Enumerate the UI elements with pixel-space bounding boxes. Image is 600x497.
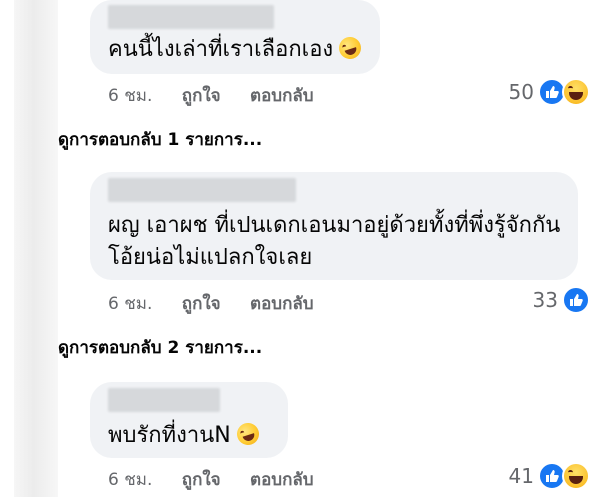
comment-timestamp[interactable]: 6 ชม. [108, 294, 152, 314]
rolling-on-floor-laughing-emoji-icon [336, 34, 365, 62]
like-button[interactable]: ถูกใจ [182, 470, 221, 490]
commenter-name-redacted[interactable] [108, 178, 296, 202]
reply-button[interactable]: ตอบกลับ [250, 470, 314, 490]
reaction-icons[interactable] [562, 286, 592, 314]
comment-actions: 6 ชม. ถูกใจ ตอบกลับ [108, 466, 338, 493]
comment-text: คนนี้ไงเล่าที่เราเลือกเอง [108, 34, 365, 66]
reaction-icons[interactable] [538, 462, 598, 490]
comment-bubble: พบรักที่งานN [90, 382, 288, 458]
comment-timestamp[interactable]: 6 ชม. [108, 86, 152, 106]
reaction-icons[interactable] [538, 78, 598, 106]
view-replies-link[interactable]: ดูการตอบกลับ 1 รายการ... [58, 126, 598, 153]
thread-connector-line [14, 0, 58, 497]
like-button[interactable]: ถูกใจ [182, 86, 221, 106]
like-reaction-icon [562, 286, 590, 314]
reply-button[interactable]: ตอบกลับ [250, 86, 314, 106]
reply-button[interactable]: ตอบกลับ [250, 294, 314, 314]
haha-reaction-icon [562, 462, 590, 490]
like-button[interactable]: ถูกใจ [182, 294, 221, 314]
comment-timestamp[interactable]: 6 ชม. [108, 470, 152, 490]
commenter-name-redacted[interactable] [108, 388, 220, 412]
view-replies-link[interactable]: ดูการตอบกลับ 2 รายการ... [58, 334, 598, 361]
reaction-count[interactable]: 33 [522, 288, 558, 312]
comment-bubble: คนนี้ไงเล่าที่เราเลือกเอง [90, 0, 380, 74]
haha-reaction-icon [562, 78, 590, 106]
comment-actions: 6 ชม. ถูกใจ ตอบกลับ [108, 82, 338, 109]
reaction-count[interactable]: 50 [494, 80, 534, 104]
comment-actions: 6 ชม. ถูกใจ ตอบกลับ [108, 290, 338, 317]
rolling-on-floor-laughing-emoji-icon [233, 420, 262, 448]
comment-bubble: ผญ เอาผช ที่เปนเดกเอนมาอยู่ด้วยทั้งที่พึ… [90, 172, 578, 280]
comment-text: ผญ เอาผช ที่เปนเดกเอนมาอยู่ด้วยทั้งที่พึ… [108, 213, 561, 270]
reaction-count[interactable]: 41 [494, 464, 534, 488]
comment-text: พบรักที่งานN [108, 420, 262, 452]
commenter-name-redacted[interactable] [108, 5, 274, 29]
